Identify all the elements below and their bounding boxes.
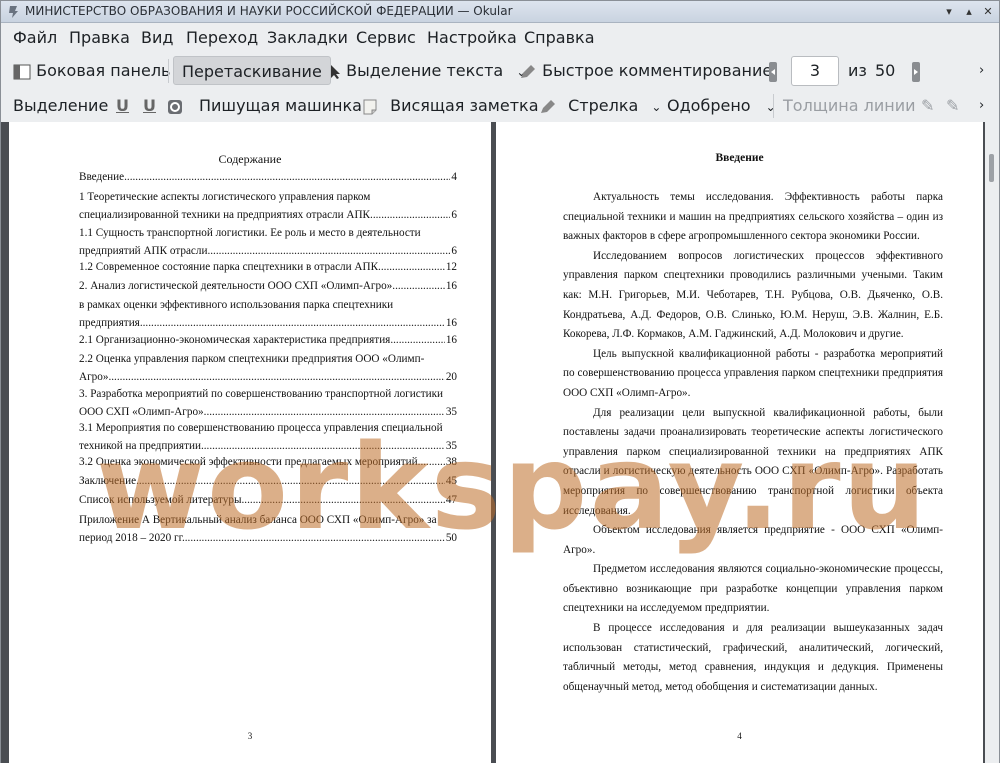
okular-window: МИНИСТЕРСТВО ОБРАЗОВАНИЯ И НАУКИ РОССИЙС… bbox=[0, 0, 1000, 763]
main-toolbar: Боковая панель Перетаскивание Выделение … bbox=[1, 53, 999, 87]
chevron-down-icon[interactable]: ⌄ bbox=[651, 100, 661, 114]
menu-bookmarks[interactable]: Закладки bbox=[267, 28, 348, 47]
okular-app-icon bbox=[9, 6, 18, 18]
stamp-approved-button[interactable]: Одобрено ⌄ bbox=[667, 91, 776, 120]
squiggly-underline-icon[interactable]: U bbox=[143, 91, 156, 120]
page-number: 4 bbox=[737, 731, 742, 741]
toc-entry[interactable]: 3. Разработка мероприятий по совершенств… bbox=[79, 385, 457, 421]
menu-file[interactable]: Файл bbox=[13, 28, 57, 47]
underline-icon[interactable]: U bbox=[116, 91, 129, 120]
opacity-icon[interactable]: ✎ bbox=[946, 91, 959, 120]
toc-entry[interactable]: 1 Теоретические аспекты логистического у… bbox=[79, 188, 457, 224]
toc-title: Содержание bbox=[218, 152, 282, 166]
paragraph: Актуальность темы исследования. Эффектив… bbox=[563, 191, 943, 243]
sidebar-button[interactable]: Боковая панель bbox=[13, 56, 170, 85]
menu-tools[interactable]: Сервис bbox=[356, 28, 416, 47]
arrow-tool-label: Стрелка bbox=[568, 96, 639, 115]
toc-entry[interactable]: Приложение А Вертикальный анализ баланса… bbox=[79, 511, 457, 547]
chevron-down-icon[interactable]: ⌄ bbox=[766, 100, 776, 114]
drag-mode-button[interactable]: Перетаскивание bbox=[173, 56, 331, 85]
annotation-toolbar: Выделение U U Пишущая машинка Висящая за… bbox=[1, 88, 999, 122]
color-picker-icon[interactable]: ✎ bbox=[921, 91, 934, 120]
paragraph: Объектом исследования является предприят… bbox=[563, 524, 943, 556]
arrow-tool-button[interactable]: Стрелка ⌄ bbox=[539, 91, 661, 120]
typewriter-tool-label: Пишущая машинка bbox=[199, 96, 362, 115]
toc-entry[interactable]: Список используемой литературы47 bbox=[79, 491, 457, 509]
sidebar-label: Боковая панель bbox=[36, 61, 171, 80]
paragraph: Предметом исследования являются социальн… bbox=[563, 563, 943, 615]
text-select-button[interactable]: Выделение текста ⌄ bbox=[329, 56, 526, 85]
prev-page-button[interactable] bbox=[768, 56, 778, 85]
next-page-button[interactable] bbox=[911, 56, 921, 85]
stamp-approved-label: Одобрено bbox=[667, 96, 751, 115]
drag-mode-label: Перетаскивание bbox=[182, 62, 322, 81]
vertical-scrollbar[interactable] bbox=[985, 122, 999, 763]
typewriter-tool-button[interactable]: Пишущая машинка bbox=[199, 91, 362, 120]
line-width-label: Толщина линии bbox=[783, 96, 916, 115]
menu-go[interactable]: Переход bbox=[186, 28, 258, 47]
cursor-icon bbox=[331, 64, 340, 79]
toolbar-overflow-icon[interactable]: › bbox=[979, 56, 984, 85]
toc-entry[interactable]: 1.2 Современное состояние парка спецтехн… bbox=[79, 258, 457, 276]
page-total-label: 50 bbox=[875, 61, 896, 80]
menu-settings[interactable]: Настройка bbox=[427, 28, 517, 47]
paragraph: Исследованием вопросов логистических про… bbox=[563, 249, 943, 341]
highlight-tool-button[interactable]: Выделение bbox=[13, 91, 108, 120]
arrow-up-icon bbox=[769, 61, 777, 82]
toc-entry[interactable]: Введение4 bbox=[79, 168, 457, 186]
maximize-window-icon[interactable]: ▴ bbox=[961, 4, 977, 20]
toc-entry[interactable]: 2. Анализ логистической деятельности ООО… bbox=[79, 277, 457, 295]
title-bar: МИНИСТЕРСТВО ОБРАЗОВАНИЯ И НАУКИ РОССИЙС… bbox=[1, 1, 999, 23]
pen-icon bbox=[521, 64, 535, 78]
arrow-down-icon bbox=[912, 61, 920, 82]
text-select-label: Выделение текста bbox=[346, 61, 504, 80]
minimize-window-icon[interactable]: ▾ bbox=[941, 4, 957, 20]
page-of-label: из bbox=[848, 61, 867, 80]
toc-entry[interactable]: Заключение45 bbox=[79, 472, 457, 490]
section-title: Введение bbox=[715, 152, 764, 164]
pen-icon bbox=[541, 99, 555, 113]
quick-annotate-button[interactable]: Быстрое комментирование bbox=[519, 56, 772, 85]
highlight-tool-label: Выделение bbox=[13, 96, 109, 115]
toolbar-separator bbox=[168, 59, 169, 83]
close-window-icon[interactable]: ✕ bbox=[980, 4, 996, 20]
document-page-3: Содержание Введение4 1 Теоретические асп… bbox=[9, 122, 491, 763]
quick-annotate-label: Быстрое комментирование bbox=[542, 61, 773, 80]
paragraph: В процессе исследования и для реализации… bbox=[563, 622, 943, 693]
toc-entry[interactable]: 3.2 Оценка экономической эффективности п… bbox=[79, 453, 457, 471]
hanging-note-button[interactable]: Висящая заметка bbox=[363, 91, 539, 120]
document-page-4: Введение Актуальность темы исследования.… bbox=[496, 122, 983, 763]
toc-entry[interactable]: 1.1 Сущность транспортной логистики. Ее … bbox=[79, 224, 457, 260]
menu-edit[interactable]: Правка bbox=[69, 28, 130, 47]
toc-entry[interactable]: 2.1 Организационно-экономическая характе… bbox=[79, 331, 457, 349]
sidebar-icon bbox=[13, 64, 31, 79]
body-text: Актуальность темы исследования. Эффектив… bbox=[563, 188, 943, 697]
toc-entry[interactable]: 3.1 Мероприятия по совершенствованию про… bbox=[79, 419, 457, 455]
window-title: МИНИСТЕРСТВО ОБРАЗОВАНИЯ И НАУКИ РОССИЙС… bbox=[25, 4, 513, 18]
toolbar-overflow-icon[interactable]: › bbox=[979, 91, 984, 120]
menu-bar: Файл Правка Вид Переход Закладки Сервис … bbox=[1, 23, 999, 53]
line-width-control[interactable]: Толщина линии bbox=[783, 91, 916, 120]
page-number: 3 bbox=[247, 731, 253, 741]
hanging-note-label: Висящая заметка bbox=[390, 96, 539, 115]
document-viewport[interactable]: Содержание Введение4 1 Теоретические асп… bbox=[1, 122, 999, 763]
note-icon bbox=[363, 99, 377, 114]
strikeout-icon[interactable] bbox=[167, 91, 183, 120]
menu-view[interactable]: Вид bbox=[141, 28, 173, 47]
paragraph: Для реализации цели выпускной квалификац… bbox=[563, 406, 943, 517]
toc-entry[interactable]: в рамках оценки эффективного использован… bbox=[79, 296, 457, 332]
page-number-input[interactable]: 3 bbox=[791, 56, 839, 86]
scrollbar-thumb[interactable] bbox=[989, 154, 994, 182]
toc-entry[interactable]: 2.2 Оценка управления парком спецтехники… bbox=[79, 350, 457, 386]
toolbar-separator bbox=[773, 94, 774, 118]
paragraph: Цель выпускной квалификационной работы -… bbox=[563, 347, 943, 399]
menu-help[interactable]: Справка bbox=[524, 28, 595, 47]
